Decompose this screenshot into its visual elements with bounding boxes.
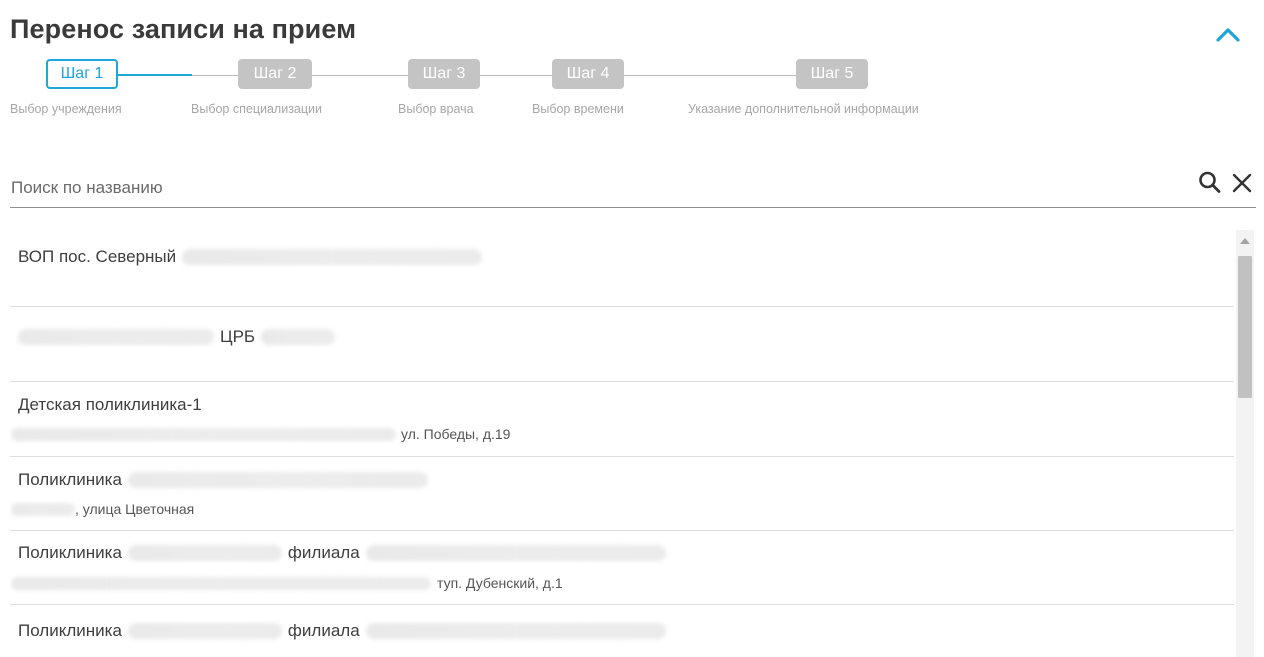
step-4[interactable]: Шаг 4 [552, 59, 624, 89]
redacted-text [127, 623, 282, 639]
redacted-text [127, 545, 282, 561]
list-item[interactable]: ЦРБ [10, 307, 1234, 382]
step-1[interactable]: Шаг 1 [46, 59, 118, 89]
step-1-caption: Выбор учреждения [10, 102, 122, 116]
item-address-row: , улица Цветочная [11, 501, 194, 517]
step-3[interactable]: Шаг 3 [408, 59, 480, 89]
step-5-caption: Указание дополнительной информации [688, 102, 919, 116]
redacted-text [11, 576, 431, 590]
redacted-text [182, 249, 483, 265]
search-input[interactable] [10, 174, 1161, 202]
item-address: ул. Победы, д.19 [401, 426, 511, 442]
step-connector [192, 75, 238, 76]
redacted-text [18, 329, 214, 345]
item-title-row: ВОП пос. Северный [18, 247, 483, 267]
step-connector [624, 75, 796, 76]
search-icon[interactable] [1198, 169, 1222, 195]
redacted-text [11, 427, 396, 441]
item-title-suffix: филиала [287, 621, 360, 640]
item-address: , улица Цветочная [75, 501, 195, 517]
chevron-up-icon [1216, 28, 1240, 42]
close-icon[interactable] [1229, 169, 1255, 195]
step-2-caption: Выбор специализации [191, 102, 323, 116]
list-item[interactable]: Поликлиника филиала [10, 605, 1234, 657]
step-3-caption: Выбор врача [398, 102, 474, 116]
redacted-text [261, 329, 336, 345]
list-item[interactable]: Поликлиника , улица Цветочная [10, 457, 1234, 531]
step-4-caption: Выбор времени [532, 102, 624, 116]
item-title-row: Поликлиника филиала [18, 621, 666, 641]
item-title-row: ЦРБ [18, 327, 336, 347]
step-connector [118, 74, 192, 76]
item-title: ВОП пос. Северный [18, 247, 177, 266]
item-title: Поликлиника [18, 543, 122, 562]
step-2[interactable]: Шаг 2 [238, 59, 312, 89]
scrollbar-thumb[interactable] [1238, 256, 1252, 398]
item-title: Детская поликлиника-1 [18, 395, 202, 414]
list-item[interactable]: Поликлиника филиала туп. Дубенский, д.1 [10, 531, 1234, 605]
step-progress: Шаг 1 Шаг 2 Шаг 3 Шаг 4 Шаг 5 Выбор учре… [0, 58, 1000, 118]
institution-list: ВОП пос. Северный ЦРБ Детская поликлиник… [10, 230, 1234, 657]
item-title-row: Поликлиника [18, 470, 428, 490]
item-title-row: Поликлиника филиала [18, 543, 666, 563]
item-title: Поликлиника [18, 470, 122, 489]
redacted-text [127, 472, 428, 488]
redacted-text [365, 545, 666, 561]
page-title: Перенос записи на прием [10, 14, 357, 44]
item-address-row: туп. Дубенский, д.1 [11, 575, 563, 591]
step-connector [312, 75, 408, 76]
item-title: Поликлиника [18, 621, 122, 640]
item-title: ЦРБ [220, 327, 256, 346]
step-connector [480, 75, 552, 76]
list-scrollbar[interactable] [1236, 230, 1254, 657]
item-address: туп. Дубенский, д.1 [437, 575, 563, 591]
list-item[interactable]: ВОП пос. Северный [10, 230, 1234, 307]
redacted-text [11, 502, 75, 516]
item-address-row: ул. Победы, д.19 [11, 426, 510, 442]
item-title-suffix: филиала [287, 543, 360, 562]
step-5[interactable]: Шаг 5 [796, 59, 868, 89]
collapse-button[interactable] [1210, 18, 1246, 50]
redacted-text [365, 623, 666, 639]
appointment-transfer-panel: Перенос записи на прием Шаг 1 Шаг 2 Шаг … [0, 0, 1264, 657]
scroll-up-arrow-icon[interactable] [1240, 238, 1250, 244]
list-item[interactable]: Детская поликлиника-1 ул. Победы, д.19 [10, 382, 1234, 457]
search-bar [10, 166, 1256, 208]
